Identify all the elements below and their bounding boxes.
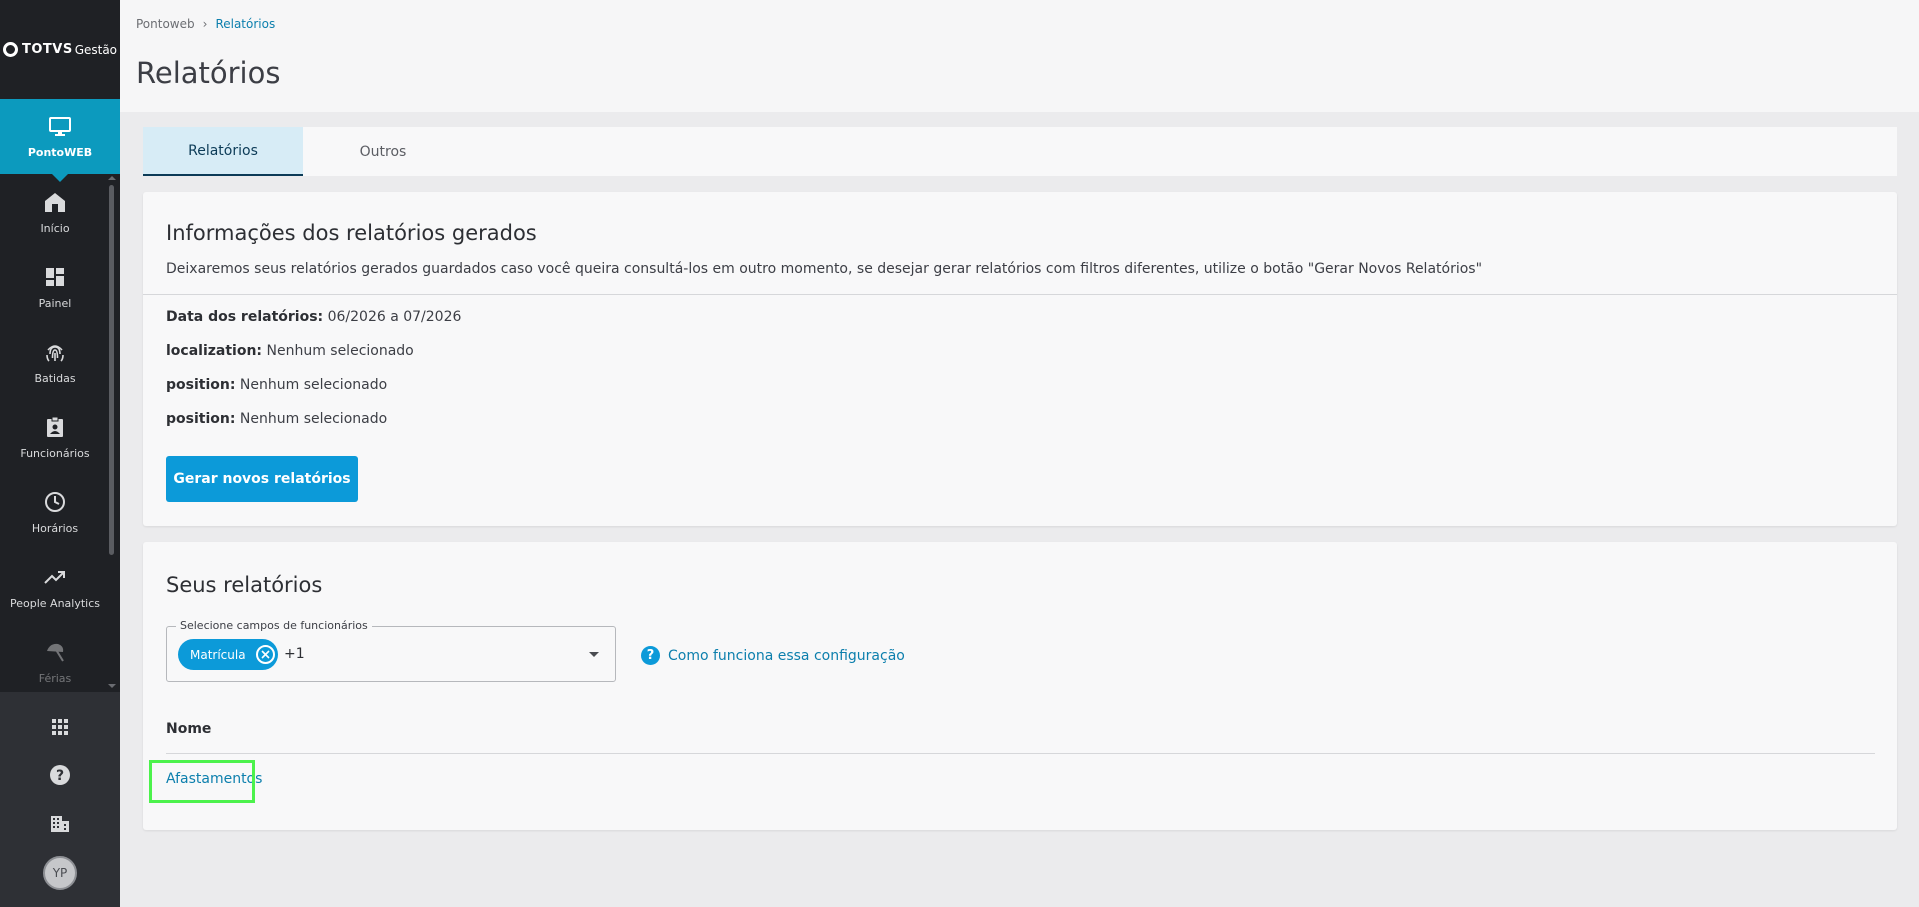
reports-card: Seus relatórios Selecione campos de func… [143,542,1897,830]
help-config-link[interactable]: ? Como funciona essa configuração [641,646,905,665]
info-value: 06/2026 a 07/2026 [327,309,462,325]
svg-text:?: ? [56,768,64,784]
sidebar-item-people-analytics[interactable]: People Analytics [0,549,110,624]
logo-product: Gestão [74,42,118,57]
breadcrumb: Pontoweb › Relatórios [136,17,275,31]
info-label: position: [166,377,236,393]
info-label: position: [166,411,236,427]
generate-reports-button[interactable]: Gerar novos relatórios [166,456,358,502]
page-header: Pontoweb › Relatórios Relatórios [120,0,1919,112]
sidebar-nav: Início Painel Batidas Funcionários Horár… [0,174,110,690]
chip-remove-icon[interactable] [255,645,275,664]
chevron-down-icon[interactable] [589,652,599,657]
sidebar-item-horarios[interactable]: Horários [0,474,110,549]
info-row-localization: localization: Nenhum selecionado [166,343,414,359]
sidebar-item-label: PontoWEB [27,146,93,159]
info-row-position: position: Nenhum selecionado [166,377,387,393]
building-icon[interactable] [47,808,73,838]
totvs-logo-mark [2,42,18,57]
monitor-icon [47,114,73,140]
sidebar-item-painel[interactable]: Painel [0,249,110,324]
apps-grid-icon[interactable] [47,712,73,742]
breadcrumb-item-pontoweb[interactable]: Pontoweb [136,17,195,31]
sidebar-item-batidas[interactable]: Batidas [0,324,110,399]
info-card: Informações dos relatórios gerados Deixa… [143,192,1897,526]
sidebar-item-pontoweb[interactable]: PontoWEB [0,99,120,182]
fingerprint-icon [42,339,68,365]
sidebar-item-label: Painel [38,296,72,310]
help-link-label: Como funciona essa configuração [668,647,905,664]
report-link-afastamentos[interactable]: Afastamentos [166,771,262,787]
info-card-description: Deixaremos seus relatórios gerados guard… [166,261,1483,277]
tab-bar: Relatórios Outros [143,127,1897,176]
clock-icon [42,489,68,515]
employee-fields-select[interactable]: Selecione campos de funcionários Matrícu… [166,619,616,682]
info-value: Nenhum selecionado [266,343,414,359]
sidebar-item-label: Início [40,221,70,235]
sidebar-item-label: Férias [38,671,72,685]
column-header-nome: Nome [166,721,212,737]
home-icon [42,189,68,215]
logo-brand: TOTVS [21,42,73,57]
sidebar-footer: ? YP [0,692,120,907]
selected-more-count: +1 [284,646,305,662]
sidebar-item-label: People Analytics [10,596,100,610]
sidebar-item-label: Batidas [34,371,76,385]
divider [143,294,1897,295]
sidebar-item-label: Funcionários [20,446,90,460]
sidebar-item-inicio[interactable]: Início [0,174,110,249]
table-divider [166,753,1875,754]
totvs-logo[interactable]: TOTVS Gestão [0,0,120,99]
chip-label: Matrícula [190,647,246,662]
help-icon[interactable]: ? [47,760,73,790]
beach-umbrella-icon [42,639,68,665]
selected-chip-matricula: Matrícula [178,639,278,670]
page-title: Relatórios [136,56,281,90]
sidebar-item-label: Horários [31,521,79,535]
question-circle-icon: ? [641,646,660,665]
info-label: Data dos relatórios: [166,309,324,325]
avatar[interactable]: YP [43,856,77,890]
sidebar-item-funcionarios[interactable]: Funcionários [0,399,110,474]
info-row-date: Data dos relatórios: 06/2026 a 07/2026 [166,309,461,325]
info-row-position-2: position: Nenhum selecionado [166,411,387,427]
info-card-title: Informações dos relatórios gerados [166,221,537,245]
dashboard-icon [42,264,68,290]
sidebar: TOTVS Gestão PontoWEB Início Painel Bati… [0,0,120,907]
reports-card-title: Seus relatórios [166,573,323,597]
info-value: Nenhum selecionado [239,377,388,393]
breadcrumb-item-current[interactable]: Relatórios [215,17,275,31]
tab-outros[interactable]: Outros [303,127,463,176]
select-label: Selecione campos de funcionários [176,619,372,632]
info-label: localization: [166,343,263,359]
trending-up-icon [42,564,68,590]
tab-relatorios[interactable]: Relatórios [143,127,303,176]
sidebar-item-ferias[interactable]: Férias [0,624,110,690]
badge-icon [42,414,68,440]
info-value: Nenhum selecionado [239,411,388,427]
chevron-right-icon: › [202,17,208,31]
